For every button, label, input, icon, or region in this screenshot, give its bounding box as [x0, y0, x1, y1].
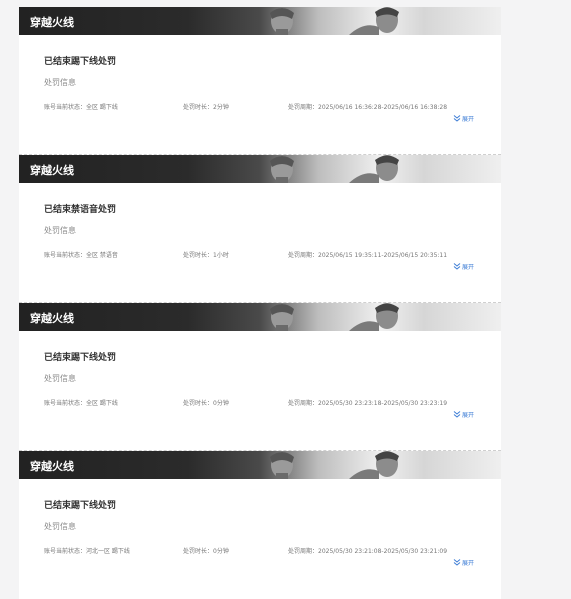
account-status: 账号当前状态：河北一区 踢下线	[44, 548, 130, 555]
penalty-info-label: 处罚信息	[44, 78, 76, 87]
account-status: 账号当前状态：全区 踢下线	[44, 104, 118, 111]
game-banner: 穿越火线	[19, 451, 501, 479]
penalty-duration: 处罚时长：2分钟	[183, 104, 229, 111]
penalty-title: 已结束踢下线处罚	[44, 353, 117, 363]
expand-label: 展开	[462, 560, 475, 567]
penalty-info-label: 处罚信息	[44, 522, 76, 531]
double-chevron-down-icon	[453, 263, 461, 270]
card-body: 已结束踢下线处罚 处罚信息 账号当前状态：全区 踢下线 处罚时长：2分钟 处罚周…	[19, 35, 501, 155]
penalty-duration: 处罚时长：0分钟	[183, 400, 229, 407]
penalty-duration: 处罚时长：0分钟	[183, 548, 229, 555]
game-banner: 穿越火线	[19, 303, 501, 331]
character-portrait-image	[349, 303, 399, 331]
expand-button[interactable]: 展开	[453, 558, 474, 567]
card-body: 已结束禁语音处罚 处罚信息 账号当前状态：全区 禁语音 处罚时长：1小时 处罚周…	[19, 183, 501, 303]
card-body: 已结束踢下线处罚 处罚信息 账号当前状态：河北一区 踢下线 处罚时长：0分钟 处…	[19, 479, 501, 599]
game-banner: 穿越火线	[19, 7, 501, 35]
expand-label: 展开	[462, 264, 475, 271]
account-status: 账号当前状态：全区 踢下线	[44, 400, 118, 407]
penalty-title: 已结束踢下线处罚	[44, 501, 117, 511]
penalty-record-card: 穿越火线 已结束踢下线处罚 处罚信息 账号当前状态：全区 踢下线 处罚时长：0分…	[19, 303, 501, 451]
card-body: 已结束踢下线处罚 处罚信息 账号当前状态：全区 踢下线 处罚时长：0分钟 处罚周…	[19, 331, 501, 451]
character-portrait-image	[270, 156, 294, 183]
double-chevron-down-icon	[453, 115, 461, 122]
character-portrait-image	[270, 452, 294, 479]
expand-label: 展开	[462, 412, 475, 419]
game-title: 穿越火线	[30, 312, 74, 325]
game-title: 穿越火线	[30, 16, 74, 29]
expand-button[interactable]: 展开	[453, 262, 474, 271]
penalty-period: 处罚周期：2025/05/30 23:21:08-2025/05/30 23:2…	[288, 548, 448, 555]
penalty-record-card: 穿越火线 已结束禁语音处罚 处罚信息 账号当前状态：全区 禁语音 处罚时长：1小…	[19, 155, 501, 303]
double-chevron-down-icon	[453, 411, 461, 418]
character-portrait-image	[349, 155, 399, 183]
penalty-period: 处罚周期：2025/06/15 19:35:11-2025/06/15 20:3…	[288, 252, 448, 259]
character-portrait-image	[270, 8, 294, 35]
game-title: 穿越火线	[30, 164, 74, 177]
penalty-period: 处罚周期：2025/05/30 23:23:18-2025/05/30 23:2…	[288, 400, 448, 407]
penalty-record-list: 穿越火线 已结束踢下线处罚 处罚信息 账号当前状态：全区 踢下线 处罚时长：2分…	[19, 7, 501, 599]
expand-button[interactable]: 展开	[453, 114, 474, 123]
penalty-info-label: 处罚信息	[44, 226, 76, 235]
game-title: 穿越火线	[30, 460, 74, 473]
expand-label: 展开	[462, 116, 475, 123]
penalty-title: 已结束禁语音处罚	[44, 205, 117, 215]
penalty-info-label: 处罚信息	[44, 374, 76, 383]
penalty-duration: 处罚时长：1小时	[183, 252, 229, 259]
character-portrait-image	[349, 7, 399, 35]
game-banner: 穿越火线	[19, 155, 501, 183]
penalty-title: 已结束踢下线处罚	[44, 57, 117, 67]
character-portrait-image	[349, 451, 399, 479]
character-portrait-image	[270, 304, 294, 331]
penalty-record-card: 穿越火线 已结束踢下线处罚 处罚信息 账号当前状态：河北一区 踢下线 处罚时长：…	[19, 451, 501, 599]
penalty-record-card: 穿越火线 已结束踢下线处罚 处罚信息 账号当前状态：全区 踢下线 处罚时长：2分…	[19, 7, 501, 155]
expand-button[interactable]: 展开	[453, 410, 474, 419]
penalty-period: 处罚周期：2025/06/16 16:36:28-2025/06/16 16:3…	[288, 104, 448, 111]
account-status: 账号当前状态：全区 禁语音	[44, 252, 118, 259]
